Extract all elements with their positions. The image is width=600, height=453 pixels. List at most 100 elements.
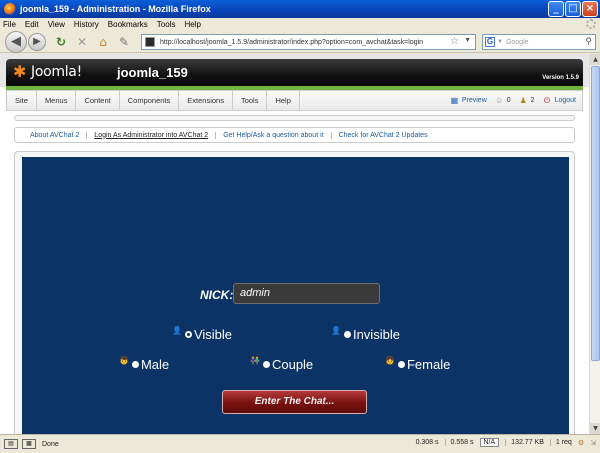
visible-radio[interactable] (184, 331, 192, 338)
preview-link[interactable]: ▦ Preview (450, 96, 487, 105)
visible-label: Visible (193, 327, 233, 342)
admin-menu: Site Menus Content Components Extensions… (6, 90, 583, 111)
messages-icon: ☺ (495, 96, 504, 105)
female-label: Female (406, 357, 451, 372)
back-button[interactable]: ◀ (5, 30, 27, 53)
menu-help[interactable]: Help (184, 20, 200, 29)
joomla-logo-text: Joomla! (31, 64, 82, 80)
firefox-icon (4, 3, 16, 15)
page-content: ✱ Joomla! joomla_159 Version 1.5.9 Site … (0, 54, 589, 434)
scroll-up-icon[interactable]: ▲ (590, 54, 600, 65)
load-time-2: 0.558 s (444, 439, 474, 446)
version-label: Version 1.5.9 (542, 75, 579, 81)
navigation-toolbar: ◀ ▶ ↻ ✕ ⌂ ✎ http://localhost/joomla_1.5.… (0, 30, 600, 53)
female-icon: 👧 (385, 356, 395, 365)
invisible-user-icon: 👤 (331, 326, 341, 335)
logout-label: Logout (554, 97, 576, 104)
status-text: Done (42, 440, 59, 448)
page-icon[interactable]: ✎ (117, 35, 131, 49)
url-dropdown-icon[interactable]: ▼ (464, 37, 471, 44)
admin-menu-tools[interactable]: Tools (233, 91, 268, 110)
admin-menu-extensions[interactable]: Extensions (179, 91, 233, 110)
maximize-button[interactable]: □ (565, 1, 581, 17)
menu-file[interactable]: File (3, 20, 16, 29)
minimize-button[interactable]: _ (548, 1, 564, 17)
joomla-header: ✱ Joomla! joomla_159 Version 1.5.9 (0, 54, 589, 90)
window-title: joomla_159 - Administration - Mozilla Fi… (20, 4, 211, 14)
request-count: 1 req (549, 439, 572, 446)
admin-status-area: ▦ Preview ☺ 0 ♟ 2 ⏻ Logout (450, 96, 576, 105)
url-text: http://localhost/joomla_1.5.9/administra… (160, 38, 424, 46)
joomla-logo-icon: ✱ (13, 62, 27, 81)
close-button[interactable]: × (582, 1, 598, 17)
menu-tools[interactable]: Tools (157, 20, 176, 29)
couple-option[interactable]: 👫 Couple (250, 356, 314, 372)
scroll-down-icon[interactable]: ▼ (590, 423, 600, 434)
nick-input[interactable]: admin (233, 283, 380, 304)
engine-dropdown-icon[interactable]: ▼ (497, 39, 503, 45)
menu-view[interactable]: View (48, 20, 65, 29)
search-bar[interactable]: G ▼ Google ⚲ (482, 34, 596, 50)
logout-link[interactable]: ⏻ Logout (543, 96, 576, 105)
browser-statusbar: ▤ ▩ Done 0.308 s 0.558 s N/A 132.77 KB 1… (0, 434, 600, 453)
reload-icon[interactable]: ↻ (54, 35, 68, 49)
bookmark-star-icon[interactable]: ☆ (450, 36, 459, 47)
messages-count: 0 (506, 97, 511, 104)
admin-menu-help[interactable]: Help (267, 91, 300, 110)
google-engine-icon[interactable]: G (485, 37, 495, 47)
male-radio[interactable] (131, 361, 139, 368)
search-icon[interactable]: ⚲ (585, 36, 592, 47)
submenu-check-updates[interactable]: Check for AVChat 2 Updates (332, 132, 435, 139)
nick-label: NICK: (200, 288, 234, 302)
vertical-scrollbar[interactable]: ▲ ▼ (589, 54, 600, 434)
users-icon: ♟ (519, 96, 527, 105)
male-option[interactable]: 👦 Male (119, 356, 170, 372)
admin-menu-components[interactable]: Components (120, 91, 180, 110)
site-name: joomla_159 (117, 65, 188, 80)
users-count: 2 (530, 97, 535, 104)
submenu-login-admin[interactable]: Login As Administrator into AVChat 2 (87, 131, 217, 139)
couple-radio[interactable] (262, 361, 270, 368)
stop-icon[interactable]: ✕ (75, 35, 89, 49)
male-icon: 👦 (119, 356, 129, 365)
chat-login-panel: NICK: admin 👤 Visible 👤 Invisible 👦 Male… (22, 157, 569, 434)
submenu-about[interactable]: About AVChat 2 (23, 131, 88, 139)
enter-chat-button[interactable]: Enter The Chat... (222, 390, 367, 414)
forward-button[interactable]: ▶ (28, 32, 46, 51)
invisible-label: Invisible (352, 327, 400, 342)
component-submenu: About AVChat 2 Login As Administrator in… (14, 127, 575, 143)
addon-icon[interactable]: ⚙ (578, 439, 584, 447)
url-bar[interactable]: http://localhost/joomla_1.5.9/administra… (141, 34, 476, 50)
menu-history[interactable]: History (74, 20, 99, 29)
scroll-thumb[interactable] (591, 66, 600, 361)
load-time-1: 0.308 s (415, 439, 439, 446)
menu-edit[interactable]: Edit (25, 20, 39, 29)
admin-menu-content[interactable]: Content (76, 91, 120, 110)
female-radio[interactable] (397, 361, 405, 368)
home-icon[interactable]: ⌂ (96, 35, 110, 49)
preview-icon: ▦ (450, 96, 459, 105)
site-favicon-icon (145, 37, 155, 47)
logout-icon: ⏻ (543, 96, 551, 105)
joomla-header-bar: ✱ Joomla! joomla_159 Version 1.5.9 (6, 59, 583, 86)
visible-option[interactable]: 👤 Visible (172, 326, 233, 342)
na-indicator: N/A (479, 438, 500, 447)
invisible-option[interactable]: 👤 Invisible (331, 326, 400, 342)
search-placeholder: Google (505, 38, 529, 46)
throbber-icon (586, 19, 596, 29)
male-label: Male (140, 357, 170, 372)
invisible-radio[interactable] (343, 331, 351, 338)
resize-grip-icon: ⇲ (590, 439, 596, 447)
couple-icon: 👫 (250, 356, 260, 365)
messages-status[interactable]: ☺ 0 (495, 96, 511, 105)
menu-bookmarks[interactable]: Bookmarks (108, 20, 148, 29)
page-size: 132.77 KB (505, 439, 544, 446)
network-status-icon: ▩ (22, 439, 36, 449)
couple-label: Couple (271, 357, 314, 372)
window-titlebar: joomla_159 - Administration - Mozilla Fi… (0, 0, 600, 18)
female-option[interactable]: 👧 Female (385, 356, 451, 372)
admin-menu-site[interactable]: Site (7, 91, 37, 110)
users-status[interactable]: ♟ 2 (519, 96, 535, 105)
admin-menu-menus[interactable]: Menus (37, 91, 77, 110)
submenu-get-help[interactable]: Get Help/Ask a question about it (216, 131, 332, 139)
